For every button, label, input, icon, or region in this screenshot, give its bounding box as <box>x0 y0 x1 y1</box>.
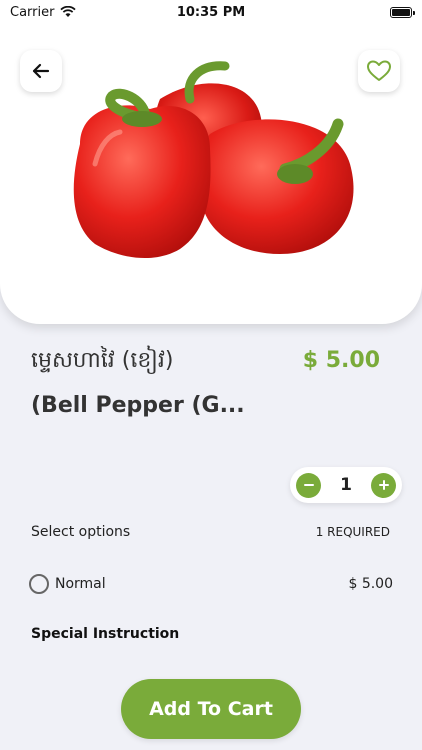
product-price: $ 5.00 <box>302 348 380 373</box>
battery-icon <box>390 6 415 18</box>
minus-icon <box>303 484 314 486</box>
add-to-cart-button[interactable]: Add To Cart <box>121 679 301 739</box>
wifi-icon <box>60 6 77 17</box>
favorite-button[interactable] <box>358 50 400 92</box>
option-normal[interactable]: Normal $ 5.00 <box>29 572 393 596</box>
product-image <box>73 61 354 259</box>
status-bar: Carrier 10:35 PM <box>0 0 422 24</box>
decrease-quantity-button[interactable] <box>296 472 321 498</box>
increase-quantity-button[interactable] <box>371 472 396 498</box>
carrier-label: Carrier <box>10 4 55 20</box>
back-button[interactable] <box>20 50 62 92</box>
plus-icon <box>378 480 389 490</box>
quantity-value: 1 <box>340 475 352 495</box>
arrow-left-icon <box>32 63 50 79</box>
select-options-label: Select options <box>31 524 131 540</box>
product-name-khmer: ម្ទេសហាវៃ (ខៀវ) <box>31 348 174 373</box>
option-name: Normal <box>55 576 106 592</box>
option-price: $ 5.00 <box>348 576 393 592</box>
special-instruction-label: Special Instruction <box>31 626 180 642</box>
product-name: (Bell Pepper (G... <box>31 393 245 418</box>
radio-button[interactable] <box>29 574 49 594</box>
required-badge: 1 REQUIRED <box>315 525 390 539</box>
clock: 10:35 PM <box>176 4 246 20</box>
product-image-card <box>0 0 422 324</box>
heart-icon <box>367 60 391 81</box>
quantity-stepper: 1 <box>290 467 402 503</box>
